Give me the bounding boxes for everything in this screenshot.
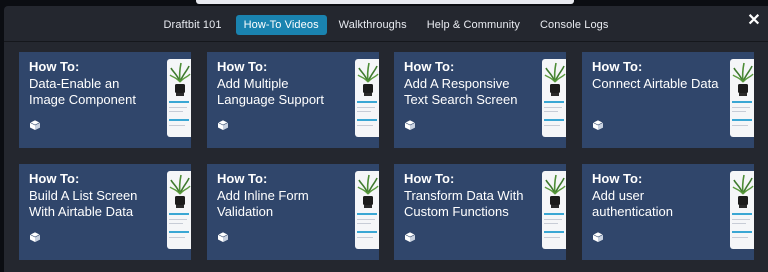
video-thumbnail [542,59,566,137]
video-thumbnail [167,171,191,249]
plant-image [544,174,566,208]
app-background: Draftbit 101 How-To Videos Walkthroughs … [0,0,768,272]
cube-icon [404,231,416,242]
plant-image [732,174,754,208]
video-card[interactable]: How To: Data-Enable an Image Component [19,52,191,148]
plant-image [357,174,379,208]
cube-icon [592,119,604,130]
header-divider [4,41,768,42]
plant-image [169,62,191,96]
video-card[interactable]: How To: Build A List Screen With Airtable… [19,164,191,260]
cube-icon [29,231,41,242]
video-thumbnail [730,59,754,137]
video-card[interactable]: How To: Connect Airtable Data [582,52,754,148]
card-prefix: How To: [217,171,268,186]
plant-image [732,62,754,96]
card-prefix: How To: [29,59,80,74]
tab-help-community[interactable]: Help & Community [419,15,528,35]
video-thumbnail [167,59,191,137]
cube-icon [217,119,229,130]
close-icon[interactable]: ✕ [747,13,761,29]
tab-bar: Draftbit 101 How-To Videos Walkthroughs … [4,11,768,39]
card-title: Add Inline Form Validation [217,188,309,219]
video-thumbnail [730,171,754,249]
cube-icon [404,119,416,130]
video-card[interactable]: How To: Transform Data With Custom Functi… [394,164,566,260]
card-title: Data-Enable an Image Component [29,76,136,107]
card-title: Connect Airtable Data [592,76,719,91]
card-prefix: How To: [404,59,455,74]
card-title: Transform Data With Custom Functions [404,188,524,219]
cube-icon [29,119,41,130]
video-thumbnail [355,59,379,137]
tab-walkthroughs[interactable]: Walkthroughs [331,15,415,35]
card-prefix: How To: [592,171,643,186]
plant-image [357,62,379,96]
video-card[interactable]: How To: Add A Responsive Text Search Scre… [394,52,566,148]
cube-icon [217,231,229,242]
video-card[interactable]: How To: Add Multiple Language Support [207,52,379,148]
video-card[interactable]: How To: Add Inline Form Validation [207,164,379,260]
card-prefix: How To: [592,59,643,74]
video-card[interactable]: How To: Add user authentication [582,164,754,260]
plant-image [544,62,566,96]
video-thumbnail [355,171,379,249]
underlying-page-strip [196,0,574,4]
card-title: Build A List Screen With Airtable Data [29,188,138,219]
card-prefix: How To: [217,59,268,74]
tab-draftbit-101[interactable]: Draftbit 101 [156,15,230,35]
cube-icon [592,231,604,242]
tab-how-to-videos[interactable]: How-To Videos [235,15,327,35]
card-title: Add user authentication [592,188,673,219]
video-thumbnail [542,171,566,249]
help-modal: Draftbit 101 How-To Videos Walkthroughs … [4,6,768,272]
card-title: Add Multiple Language Support [217,76,324,107]
card-prefix: How To: [29,171,80,186]
card-title: Add A Responsive Text Search Screen [404,76,518,107]
tab-console-logs[interactable]: Console Logs [532,15,616,35]
card-prefix: How To: [404,171,455,186]
plant-image [169,174,191,208]
